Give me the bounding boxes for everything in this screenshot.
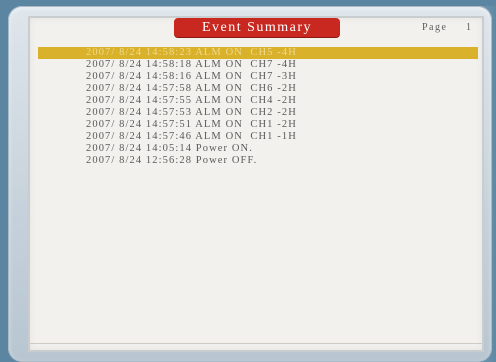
- page-number: 1: [466, 22, 471, 33]
- event-row[interactable]: 2007/ 8/24 14:57:46 ALM ON CH1 -1H: [38, 131, 478, 143]
- event-row[interactable]: 2007/ 8/24 14:57:58 ALM ON CH6 -2H: [38, 83, 478, 95]
- screen-title: Event Summary: [174, 18, 340, 37]
- event-row[interactable]: 2007/ 8/24 14:57:51 ALM ON CH1 -2H: [38, 119, 478, 131]
- event-row[interactable]: 2007/ 8/24 14:57:55 ALM ON CH4 -2H: [38, 95, 478, 107]
- event-row[interactable]: 2007/ 8/24 14:58:16 ALM ON CH7 -3H: [38, 71, 478, 83]
- page-label: Page: [422, 22, 448, 33]
- event-summary-screen: Event Summary Page 1 2007/ 8/24 14:58:23…: [30, 18, 482, 350]
- event-row[interactable]: 2007/ 8/24 14:58:18 ALM ON CH7 -4H: [38, 59, 478, 71]
- event-row[interactable]: 2007/ 8/24 12:56:28 Power OFF.: [38, 155, 478, 167]
- event-row[interactable]: 2007/ 8/24 14:57:53 ALM ON CH2 -2H: [38, 107, 478, 119]
- event-row[interactable]: 2007/ 8/24 14:05:14 Power ON.: [38, 143, 478, 155]
- event-list: 2007/ 8/24 14:58:23 ALM ON CH5 -4H 2007/…: [38, 47, 478, 167]
- event-row-selected[interactable]: 2007/ 8/24 14:58:23 ALM ON CH5 -4H: [38, 47, 478, 59]
- screen-bottom-divider: [30, 343, 482, 344]
